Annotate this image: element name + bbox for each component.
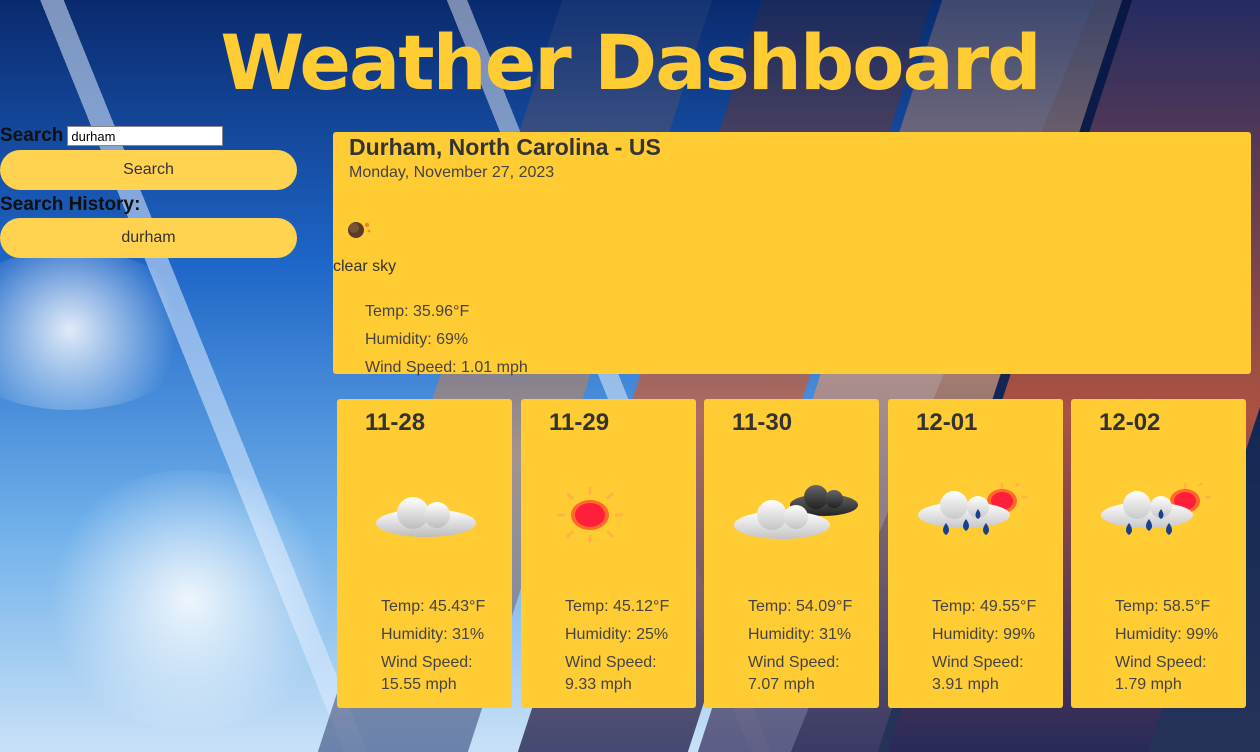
forecast-stats: Temp: 45.12°F Humidity: 25% Wind Speed: … [565, 593, 685, 697]
forecast-temp: Temp: 45.12°F [565, 598, 670, 615]
forecast-card: 12-01 Temp: 49.55°F Humidity: 99% Wind S… [888, 399, 1063, 708]
forecast-temp: Temp: 45.43°F [381, 598, 486, 615]
forecast-stats: Temp: 58.5°F Humidity: 99% Wind Speed: 1… [1115, 593, 1235, 697]
background-cloud [0, 250, 200, 410]
forecast-row: 11-28 Temp: 45.43°F Humidity: 31% Wind S… [337, 399, 1247, 708]
forecast-date: 11-30 [732, 409, 793, 436]
forecast-humidity: Humidity: 99% [932, 626, 1036, 643]
forecast-wind-value: 15.55 mph [381, 676, 457, 693]
forecast-humidity: Humidity: 31% [381, 626, 485, 643]
forecast-card: 12-02 Temp: 58.5°F Humidity: 99% Wind Sp… [1071, 399, 1246, 708]
page-title: Weather Dashboard [220, 18, 1041, 107]
current-stats: Temp: 35.96°F Humidity: 69% Wind Speed: … [365, 298, 528, 382]
broken-clouds-icon [734, 485, 858, 539]
current-temp: Temp: 35.96°F [365, 303, 470, 320]
current-date: Monday, November 27, 2023 [349, 164, 555, 181]
background-cloud [40, 470, 340, 730]
sidebar: Search Search Search History: durham [0, 124, 298, 258]
forecast-humidity: Humidity: 31% [748, 626, 852, 643]
rain-sun-icon [918, 483, 1028, 535]
forecast-temp: Temp: 49.55°F [932, 598, 1037, 615]
rain-sun-icon [1101, 483, 1211, 535]
forecast-temp: Temp: 54.09°F [748, 598, 853, 615]
forecast-stats: Temp: 45.43°F Humidity: 31% Wind Speed: … [381, 593, 501, 697]
clear-night-icon [348, 222, 371, 238]
forecast-humidity: Humidity: 25% [565, 626, 669, 643]
current-wind: Wind Speed: 1.01 mph [365, 359, 528, 376]
current-humidity: Humidity: 69% [365, 331, 469, 348]
current-location: Durham, North Carolina - US [349, 134, 661, 160]
forecast-wind-value: 7.07 mph [748, 676, 815, 693]
forecast-stats: Temp: 54.09°F Humidity: 31% Wind Speed: … [748, 593, 868, 697]
forecast-wind-value: 1.79 mph [1115, 676, 1182, 693]
search-history-label: Search History: [0, 194, 141, 215]
search-row: Search [0, 124, 298, 148]
current-weather-card: Durham, North Carolina - US Monday, Nove… [333, 132, 1251, 376]
forecast-card: 11-29 Temp: 45.12°F Humidity: 25% Wind S… [521, 399, 696, 708]
search-label: Search [0, 125, 64, 146]
forecast-wind-value: 9.33 mph [565, 676, 632, 693]
history-item[interactable]: durham [0, 218, 297, 258]
search-input[interactable] [67, 126, 224, 146]
forecast-date: 12-02 [1099, 409, 1161, 436]
forecast-date: 11-29 [549, 409, 610, 436]
forecast-temp: Temp: 58.5°F [1115, 598, 1211, 615]
cloud-icon [376, 497, 476, 537]
forecast-date: 11-28 [365, 409, 426, 436]
forecast-stats: Temp: 49.55°F Humidity: 99% Wind Speed: … [932, 593, 1052, 697]
sun-icon [557, 487, 623, 543]
forecast-wind-value: 3.91 mph [932, 676, 999, 693]
forecast-card: 11-30 Temp: 54.09°F Humidity: 31% Wind S… [704, 399, 879, 708]
forecast-card: 11-28 Temp: 45.43°F Humidity: 31% Wind S… [337, 399, 512, 708]
forecast-humidity: Humidity: 99% [1115, 626, 1219, 643]
search-button[interactable]: Search [0, 150, 297, 190]
current-description: clear sky [333, 258, 397, 275]
forecast-date: 12-01 [916, 409, 978, 436]
